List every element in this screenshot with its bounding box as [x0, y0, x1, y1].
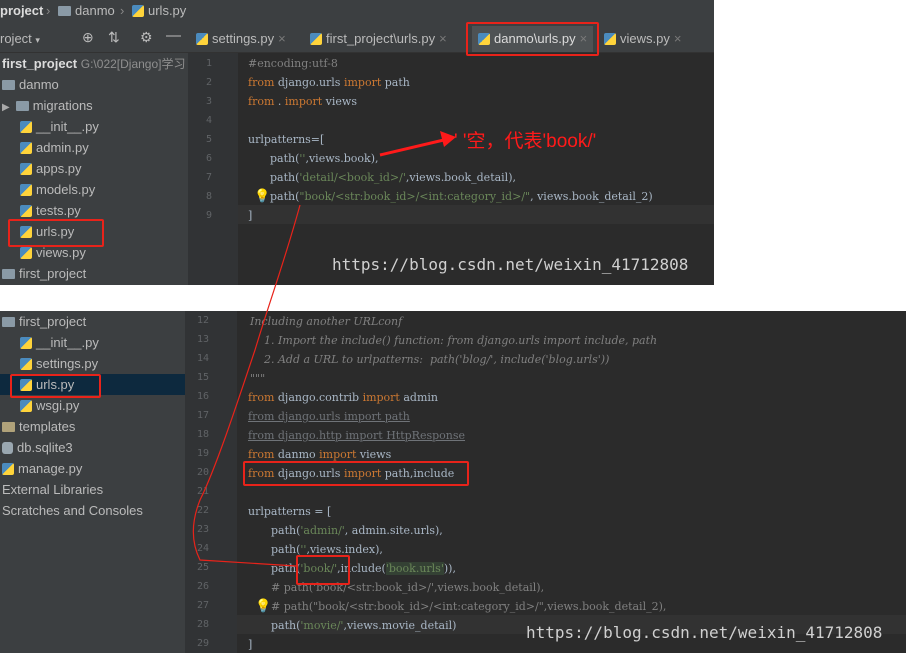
highlight-box-active-tab: [466, 22, 599, 56]
line-number-gutter: 12 13 14 15 16 17 18 19 20 21 22 23 24 2…: [185, 311, 237, 653]
code-line-7: path('detail/<book_id>/',views.book_deta…: [270, 171, 516, 184]
annotation-text: ' '空，代表'book/': [454, 131, 597, 152]
highlight-box-urls-file: [8, 219, 104, 247]
breadcrumb-danmo[interactable]: danmo: [58, 3, 115, 18]
project-tree: first_project G:\022[Django]学习 danmo ▶ mi…: [0, 53, 188, 285]
highlight-box-urls-file: [10, 374, 101, 398]
navigation-breadcrumb: project › danmo › urls.py: [0, 0, 714, 27]
code-line-5: urlpatterns=[: [248, 133, 325, 146]
expand-arrow-icon[interactable]: ▶: [2, 102, 10, 113]
lightbulb-icon[interactable]: 💡: [254, 188, 270, 204]
tree-item-settings[interactable]: settings.py: [20, 353, 98, 374]
python-file-icon: [20, 162, 32, 175]
tree-item-apps[interactable]: apps.py: [20, 158, 82, 179]
python-file-icon: [196, 32, 208, 45]
watermark: https://blog.csdn.net/weixin_41712808: [332, 255, 689, 274]
tree-item-models[interactable]: models.py: [20, 179, 95, 200]
folder-icon: [58, 5, 71, 16]
tree-item-init[interactable]: __init__.py: [20, 332, 99, 353]
tree-item-danmo[interactable]: danmo: [2, 74, 59, 95]
code-line-22: urlpatterns = [: [248, 505, 332, 518]
highlight-box-import-include: [243, 461, 469, 486]
python-file-icon: [20, 183, 32, 196]
python-file-icon: [2, 462, 14, 475]
project-tree: first_project __init__.py settings.py ur…: [0, 311, 185, 653]
python-file-icon: [604, 32, 616, 45]
tree-item-db[interactable]: db.sqlite3: [2, 437, 73, 458]
code-line-23: path('admin/', admin.site.urls),: [271, 524, 443, 537]
code-line-19: from danmo import views: [248, 448, 392, 461]
breadcrumb-urls[interactable]: urls.py: [132, 3, 186, 18]
python-file-icon: [20, 357, 32, 370]
current-line-highlight: [238, 205, 714, 224]
code-line-3: from . import views: [248, 95, 357, 108]
target-icon[interactable]: ⊕: [82, 29, 94, 46]
tree-item-init[interactable]: __init__.py: [20, 116, 99, 137]
folder-icon: [2, 268, 15, 279]
code-line-9: ]: [248, 209, 253, 222]
tree-item-tests[interactable]: tests.py: [20, 200, 81, 221]
top-ide-screenshot: project › danmo › urls.py roject ▾ ⊕ ⇅ ⚙…: [0, 0, 714, 285]
tree-item-migrations[interactable]: ▶ migrations: [2, 95, 93, 116]
code-line-14: 2. Add a URL to urlpatterns: path('blog/…: [250, 353, 610, 366]
code-line-2: from django.urls import path: [248, 76, 410, 89]
tab-first-project-urls[interactable]: first_project\urls.py ×: [310, 26, 447, 52]
project-toolbar: roject ▾ ⊕ ⇅ ⚙ —: [0, 26, 188, 53]
tree-item-wsgi[interactable]: wsgi.py: [20, 395, 79, 416]
tree-item-root[interactable]: first_project G:\022[Django]学习: [2, 53, 186, 74]
python-file-icon: [20, 246, 32, 259]
tab-views[interactable]: views.py ×: [604, 26, 681, 52]
tree-item-manage[interactable]: manage.py: [2, 458, 82, 479]
lightbulb-icon[interactable]: 💡: [255, 598, 271, 614]
code-line-18: from django.http import HttpResponse: [248, 429, 466, 442]
python-file-icon: [132, 4, 144, 17]
code-line-16: from django.contrib import admin: [248, 391, 438, 404]
python-file-icon: [20, 336, 32, 349]
python-file-icon: [20, 399, 32, 412]
gear-icon[interactable]: ⚙: [140, 29, 153, 46]
code-line-27: # path("book/<str:book_id>/<int:category…: [271, 600, 667, 613]
breadcrumb-separator-icon: ›: [120, 3, 125, 18]
folder-icon: [2, 421, 15, 432]
folder-icon: [2, 79, 15, 90]
folder-icon: [15, 100, 29, 111]
tree-item-templates[interactable]: templates: [2, 416, 75, 437]
hide-icon[interactable]: —: [166, 27, 181, 44]
breadcrumb-separator-icon: ›: [46, 3, 51, 18]
close-icon[interactable]: ×: [674, 31, 682, 46]
project-view-dropdown[interactable]: roject ▾: [0, 31, 40, 46]
tree-item-admin[interactable]: admin.py: [20, 137, 89, 158]
database-file-icon: [2, 441, 13, 454]
code-line-15: """: [250, 372, 266, 385]
close-icon[interactable]: ×: [439, 31, 447, 46]
code-line-28: path('movie/',views.movie_detail): [271, 619, 457, 632]
code-line-12: Including another URLconf: [250, 315, 403, 328]
code-line-29: ]: [248, 638, 253, 651]
close-icon[interactable]: ×: [278, 31, 286, 46]
line-number-gutter: 1 2 3 4 5 6 7 8 9: [188, 53, 238, 285]
collapse-icon[interactable]: ⇅: [108, 29, 120, 46]
highlight-box-book-route: [296, 555, 350, 585]
tree-item-scratches[interactable]: Scratches and Consoles: [2, 500, 143, 521]
folder-icon: [2, 316, 15, 327]
code-line-13: 1. Import the include() function: from d…: [250, 334, 658, 347]
code-line-1: #encoding:utf-8: [248, 57, 338, 70]
tree-item-external-libraries[interactable]: External Libraries: [2, 479, 103, 500]
breadcrumb-project[interactable]: project: [0, 3, 43, 18]
code-line-6: path('',views.book),: [270, 152, 379, 165]
python-file-icon: [20, 204, 32, 217]
editor-tabs: settings.py × first_project\urls.py × danm…: [188, 26, 714, 53]
tree-item-first-project[interactable]: first_project: [2, 263, 86, 284]
annotation-arrow: [379, 131, 456, 157]
watermark: https://blog.csdn.net/weixin_41712808: [526, 623, 883, 642]
python-file-icon: [20, 141, 32, 154]
dropdown-arrow-icon: ▾: [35, 35, 40, 45]
python-file-icon: [20, 120, 32, 133]
tree-item-first-project[interactable]: first_project: [2, 311, 86, 332]
tab-settings[interactable]: settings.py ×: [196, 26, 286, 52]
code-line-17: from django.urls import path: [248, 410, 410, 423]
python-file-icon: [310, 32, 322, 45]
bottom-ide-screenshot: first_project __init__.py settings.py ur…: [0, 311, 906, 653]
code-line-8: path("book/<str:book_id>/<int:category_i…: [270, 190, 653, 203]
